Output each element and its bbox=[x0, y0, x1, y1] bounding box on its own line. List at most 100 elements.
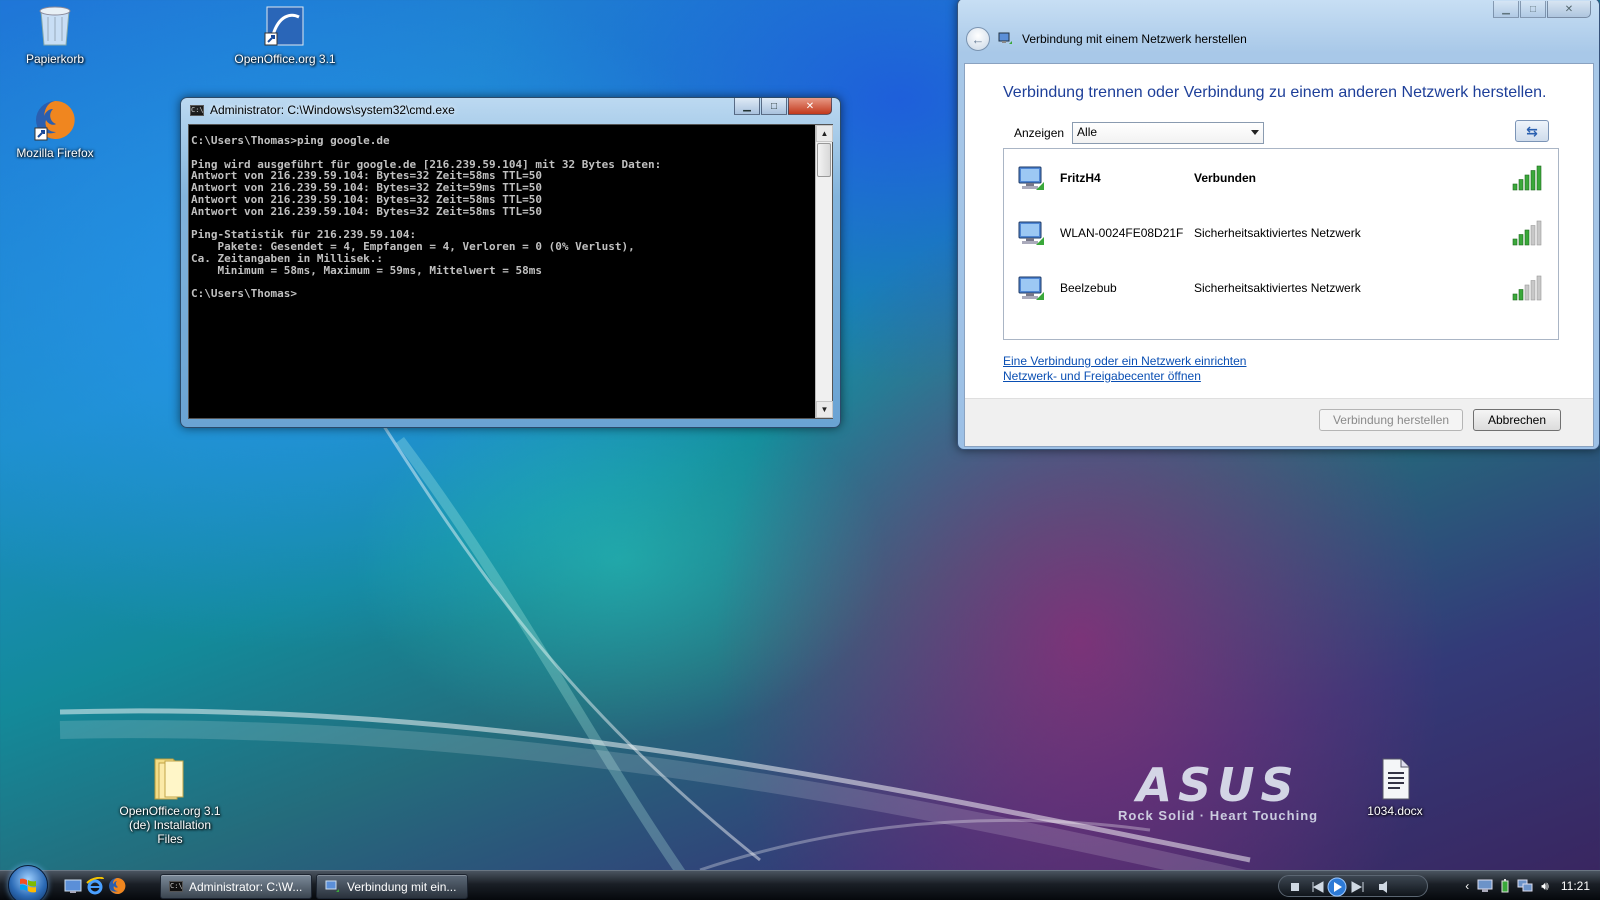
dialog-footer: Verbindung herstellen Abbrechen bbox=[965, 398, 1593, 446]
media-player-controls bbox=[1278, 875, 1428, 897]
close-button[interactable]: ✕ bbox=[1547, 1, 1591, 18]
taskbar-task-network[interactable]: Verbindung mit ein... bbox=[316, 874, 468, 899]
signal-bar bbox=[1518, 179, 1524, 191]
vertical-scrollbar[interactable]: ▲ ▼ bbox=[815, 125, 833, 418]
scroll-thumb[interactable] bbox=[817, 143, 831, 177]
document-icon bbox=[1373, 756, 1417, 800]
refresh-button[interactable]: ⇆ bbox=[1515, 120, 1549, 142]
cmd-window[interactable]: C:\ Administrator: C:\Windows\system32\c… bbox=[180, 97, 841, 428]
desktop-icon-label: Mozilla Firefox bbox=[16, 146, 94, 160]
desktop-icon-label: 1034.docx bbox=[1367, 804, 1423, 818]
network-name: Beelzebub bbox=[1060, 281, 1117, 295]
wireless-network-icon bbox=[1018, 166, 1044, 190]
signal-bar bbox=[1512, 183, 1518, 191]
maximize-button[interactable]: □ bbox=[1520, 1, 1546, 18]
close-button[interactable]: ✕ bbox=[788, 98, 832, 115]
cancel-button[interactable]: Abbrechen bbox=[1473, 409, 1561, 431]
taskbar-task-label: Verbindung mit ein... bbox=[347, 879, 457, 894]
network-status: Sicherheitsaktiviertes Netzwerk bbox=[1194, 226, 1361, 240]
connect-button[interactable]: Verbindung herstellen bbox=[1319, 409, 1463, 431]
network-list: FritzH4 Verbunden WLAN-0024FE08D21F Sich… bbox=[1003, 148, 1559, 340]
console-area[interactable]: C:\Users\Thomas>ping google.de Ping wird… bbox=[188, 124, 833, 419]
maximize-icon: □ bbox=[1529, 3, 1537, 15]
clock[interactable]: 11:21 bbox=[1561, 879, 1590, 893]
taskbar-task-cmd[interactable]: C:\ Administrator: C:\W... bbox=[160, 874, 312, 899]
show-desktop-tray-icon[interactable] bbox=[1477, 879, 1493, 893]
tray-expand-icon[interactable]: ‹ bbox=[1465, 879, 1469, 893]
firefox-icon[interactable] bbox=[108, 877, 126, 895]
minimize-icon: ▁ bbox=[743, 100, 751, 112]
filter-row: Anzeigen Alle bbox=[1014, 122, 1265, 144]
dialog-title: Verbindung mit einem Netzwerk herstellen bbox=[1022, 32, 1247, 46]
show-desktop-icon[interactable] bbox=[64, 877, 82, 895]
minimize-button[interactable]: ▁ bbox=[734, 98, 760, 115]
network-icon bbox=[998, 32, 1012, 44]
battery-icon[interactable] bbox=[1501, 879, 1509, 893]
signal-bar bbox=[1536, 220, 1542, 246]
media-controls-icon bbox=[1291, 877, 1387, 897]
desktop-icon-firefox[interactable]: Mozilla Firefox bbox=[0, 98, 110, 160]
wireless-network-icon bbox=[1018, 276, 1044, 300]
network-icon bbox=[325, 880, 339, 892]
signal-bar bbox=[1518, 289, 1524, 301]
desktop-icon-recycle-bin[interactable]: Papierkorb bbox=[0, 4, 110, 66]
recycle-bin-icon bbox=[33, 4, 77, 48]
wireless-network-icon bbox=[1018, 221, 1044, 245]
filter-value: Alle bbox=[1077, 125, 1098, 139]
asus-logo-text: ASUS bbox=[1136, 758, 1300, 812]
dialog-links: Eine Verbindung oder ein Netzwerk einric… bbox=[1003, 354, 1246, 384]
network-status: Sicherheitsaktiviertes Netzwerk bbox=[1194, 281, 1361, 295]
signal-strength-icon bbox=[1512, 220, 1542, 246]
desktop-icon-openoffice[interactable]: OpenOffice.org 3.1 bbox=[230, 4, 340, 66]
chevron-down-icon bbox=[1251, 130, 1260, 135]
network-row-2[interactable]: Beelzebub Sicherheitsaktiviertes Netzwer… bbox=[1004, 261, 1558, 315]
back-button[interactable]: ← bbox=[966, 27, 990, 51]
internet-explorer-icon[interactable] bbox=[86, 877, 104, 895]
minimize-button[interactable]: ▁ bbox=[1493, 1, 1519, 18]
network-row-1[interactable]: WLAN-0024FE08D21F Sicherheitsaktiviertes… bbox=[1004, 206, 1558, 260]
maximize-button[interactable]: □ bbox=[761, 98, 787, 115]
signal-bar bbox=[1530, 170, 1536, 191]
refresh-icon: ⇆ bbox=[1526, 122, 1538, 139]
firefox-icon bbox=[33, 98, 77, 142]
signal-bar bbox=[1524, 174, 1530, 191]
network-row-0[interactable]: FritzH4 Verbunden bbox=[1004, 151, 1558, 205]
minimize-icon: ▁ bbox=[1502, 3, 1510, 15]
cmd-title: Administrator: C:\Windows\system32\cmd.e… bbox=[210, 103, 455, 117]
cmd-icon: C:\ bbox=[169, 881, 183, 892]
setup-connection-link[interactable]: Eine Verbindung oder ein Netzwerk einric… bbox=[1003, 354, 1246, 369]
taskbar-task-label: Administrator: C:\W... bbox=[189, 879, 303, 894]
desktop-icon-docx[interactable]: 1034.docx bbox=[1340, 756, 1450, 818]
network-name: FritzH4 bbox=[1060, 171, 1101, 185]
desktop-icon-label: OpenOffice.org 3.1 bbox=[234, 52, 336, 66]
signal-bar bbox=[1524, 229, 1530, 246]
scroll-down-icon[interactable]: ▼ bbox=[816, 401, 833, 418]
console-output: C:\Users\Thomas>ping google.de Ping wird… bbox=[191, 134, 662, 301]
back-arrow-icon: ← bbox=[971, 31, 985, 47]
filter-dropdown[interactable]: Alle bbox=[1072, 122, 1265, 144]
signal-strength-icon bbox=[1512, 165, 1542, 191]
dialog-header: ← Verbindung mit einem Netzwerk herstell… bbox=[966, 27, 1247, 51]
close-icon: ✕ bbox=[805, 100, 815, 112]
signal-bar bbox=[1530, 280, 1536, 301]
signal-bar bbox=[1536, 165, 1542, 191]
network-tray-icon[interactable] bbox=[1517, 879, 1533, 893]
network-status: Verbunden bbox=[1194, 171, 1257, 185]
desktop-icon-label: Papierkorb bbox=[25, 52, 85, 66]
scroll-up-icon[interactable]: ▲ bbox=[816, 125, 833, 142]
dialog-heading: Verbindung trennen oder Verbindung zu ei… bbox=[1003, 84, 1547, 101]
cmd-titlebar[interactable]: C:\ Administrator: C:\Windows\system32\c… bbox=[190, 103, 455, 117]
volume-icon[interactable]: 🔊︎ bbox=[1541, 879, 1549, 894]
network-name: WLAN-0024FE08D21F bbox=[1060, 226, 1184, 240]
start-button[interactable] bbox=[8, 865, 48, 900]
close-icon: ✕ bbox=[1564, 3, 1574, 15]
signal-bar bbox=[1530, 225, 1536, 246]
desktop-icon-openoffice-install[interactable]: OpenOffice.org 3.1 (de) Installation Fil… bbox=[115, 756, 225, 846]
desktop-icon-label: OpenOffice.org 3.1 bbox=[119, 804, 221, 818]
asus-tagline: Rock Solid · Heart Touching bbox=[1118, 808, 1319, 823]
network-center-link[interactable]: Netzwerk- und Freigabecenter öffnen bbox=[1003, 369, 1246, 384]
windows-logo-icon bbox=[20, 878, 36, 893]
signal-strength-icon bbox=[1512, 275, 1542, 301]
signal-bar bbox=[1512, 293, 1518, 301]
network-dialog[interactable]: ▁ □ ✕ ← Verbindung mit einem Netzwerk he… bbox=[957, 0, 1600, 450]
